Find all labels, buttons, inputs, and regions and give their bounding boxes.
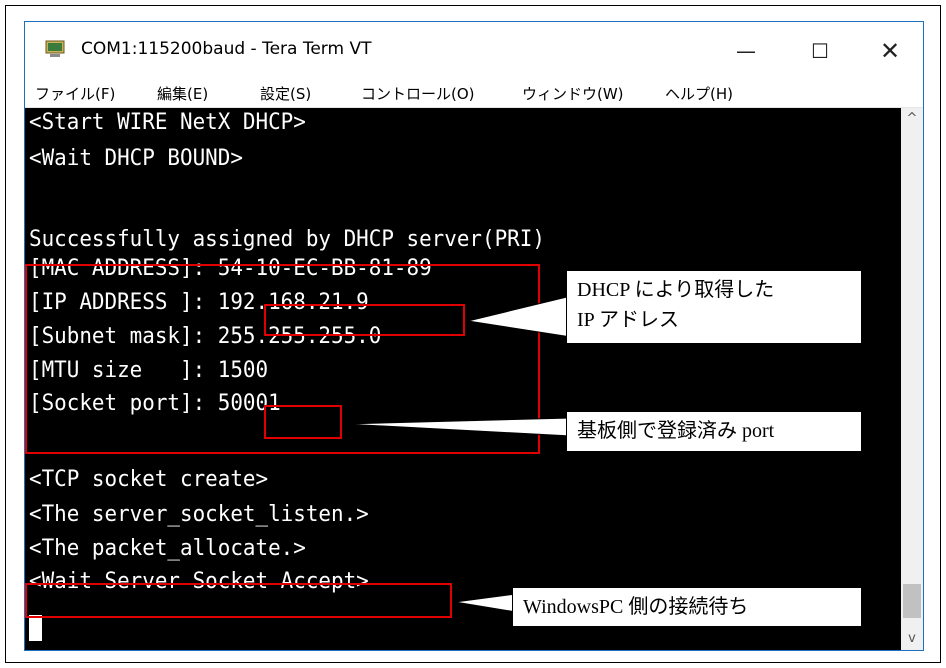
terminal-cursor (29, 615, 42, 641)
scrollbar-thumb[interactable] (903, 584, 921, 618)
close-button[interactable]: ✕ (855, 22, 925, 79)
menu-window[interactable]: ウィンドウ(W) (522, 83, 624, 104)
tera-term-app-icon[interactable] (45, 40, 65, 58)
menu-bar: ファイル(F) 編集(E) 設定(S) コントロール(O) ウィンドウ(W) ヘ… (25, 79, 923, 108)
wait-accept-highlight (25, 583, 452, 618)
wait-connection-callout: WindowsPC 側の接続待ち (512, 587, 862, 627)
terminal-line: <The server_socket_listen.> (29, 502, 369, 527)
menu-edit[interactable]: 編集(E) (157, 83, 208, 104)
ip-address-highlight (264, 304, 465, 336)
terminal-line: <Wait DHCP BOUND> (29, 146, 243, 171)
window-title: COM1:115200baud - Tera Term VT (81, 39, 372, 59)
terminal-line: <TCP socket create> (29, 467, 269, 492)
vertical-scrollbar[interactable]: ^ v (901, 108, 923, 650)
scroll-down-arrow-icon[interactable]: v (901, 628, 923, 650)
scroll-up-arrow-icon[interactable]: ^ (901, 108, 923, 130)
port-callout: 基板側で登録済み port (566, 411, 862, 452)
socket-port-highlight (264, 405, 342, 439)
dhcp-ip-callout: DHCP により取得した IP アドレス (566, 270, 862, 344)
menu-settings[interactable]: 設定(S) (260, 83, 311, 104)
menu-file[interactable]: ファイル(F) (35, 83, 115, 104)
terminal-line: <The packet_allocate.> (29, 536, 306, 561)
terminal-line: Successfully assigned by DHCP server(PRI… (29, 227, 545, 252)
maximize-button[interactable]: ☐ (785, 22, 855, 79)
terminal-line: <Start WIRE NetX DHCP> (29, 110, 306, 135)
minimize-button[interactable]: — (711, 22, 781, 79)
menu-help[interactable]: ヘルプ(H) (665, 83, 733, 104)
title-bar[interactable]: COM1:115200baud - Tera Term VT — ☐ ✕ (25, 22, 923, 79)
menu-control[interactable]: コントロール(O) (361, 83, 475, 104)
